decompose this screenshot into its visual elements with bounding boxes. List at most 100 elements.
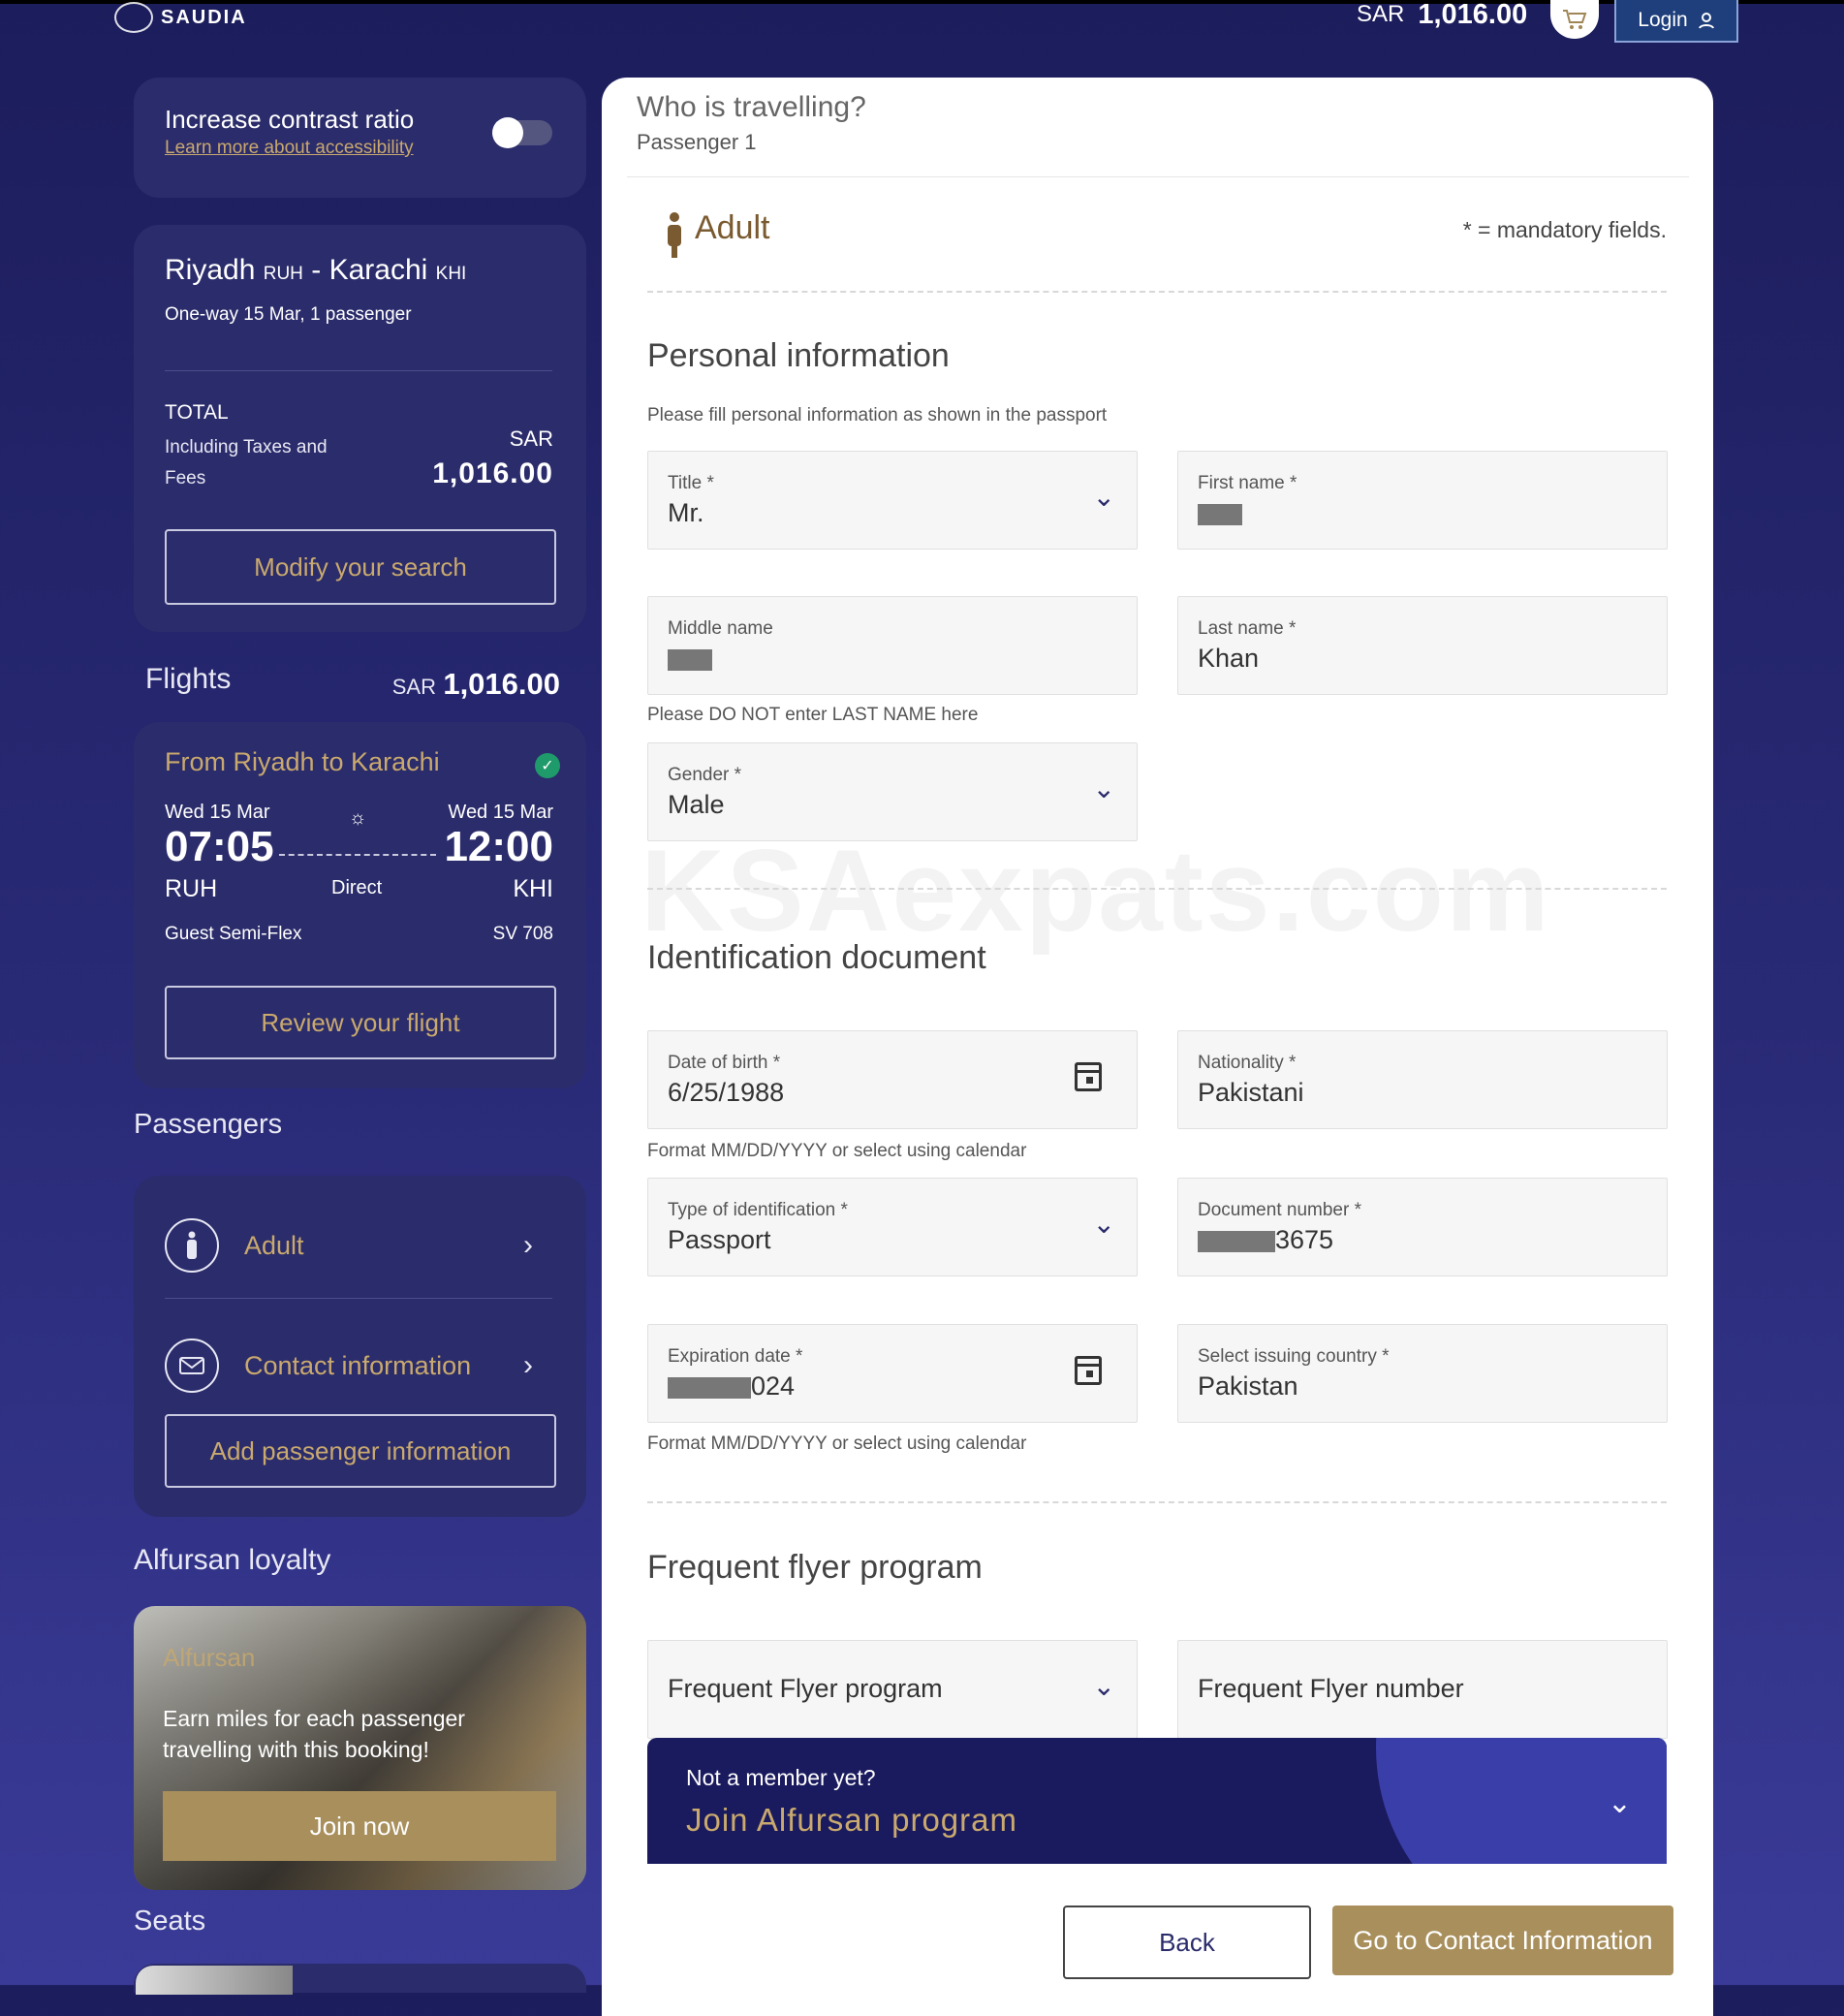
watermark: KSAexpats.com: [641, 824, 1551, 958]
ffp-heading: Frequent flyer program: [647, 1549, 983, 1586]
route-separator: -: [311, 254, 322, 286]
last-name-label: Last name *: [1198, 618, 1297, 639]
issuing-country-label: Select issuing country *: [1198, 1346, 1390, 1367]
id-type-value: Passport: [668, 1225, 771, 1254]
ffp-number-placeholder: Frequent Flyer number: [1198, 1674, 1464, 1703]
date-of-birth-field[interactable]: Date of birth * 6/25/1988: [647, 1030, 1138, 1129]
origin-code: RUH: [263, 264, 303, 284]
calendar-icon[interactable]: [1075, 1062, 1102, 1091]
loyalty-promo: Alfursan Earn miles for each passenger t…: [134, 1606, 586, 1890]
identification-heading: Identification document: [647, 939, 986, 976]
chevron-right-icon: ›: [523, 1229, 533, 1261]
departure-code: RUH: [165, 875, 218, 902]
document-number-suffix: 3675: [1275, 1225, 1334, 1254]
arrival-code: KHI: [513, 875, 553, 902]
first-name-field[interactable]: First name *: [1177, 451, 1668, 550]
brand-name: SAUDIA: [161, 6, 247, 28]
add-passenger-info-button[interactable]: Add passenger information: [165, 1414, 556, 1488]
modify-search-button[interactable]: Modify your search: [165, 529, 556, 605]
accessibility-link[interactable]: Learn more about accessibility: [165, 138, 414, 159]
accessibility-card: Increase contrast ratio Learn more about…: [134, 78, 586, 198]
redaction: [668, 1376, 751, 1399]
nationality-label: Nationality *: [1198, 1053, 1297, 1073]
header-amount: 1,016.00: [1418, 0, 1528, 30]
arrival-date: Wed 15 Mar: [448, 802, 553, 823]
departure-time: 07:05: [165, 823, 274, 870]
form-title: Who is travelling?: [637, 91, 866, 123]
login-button[interactable]: Login: [1614, 0, 1738, 43]
saudia-logo[interactable]: SAUDIA: [114, 0, 289, 35]
check-icon: ✓: [535, 753, 560, 778]
divider: [627, 176, 1689, 177]
last-name-value: Khan: [1198, 644, 1260, 673]
cart-icon: [1563, 10, 1587, 29]
last-name-field[interactable]: Last name * Khan: [1177, 596, 1668, 695]
total-currency: SAR: [509, 426, 553, 451]
divider: [165, 1298, 552, 1299]
back-button[interactable]: Back: [1063, 1906, 1311, 1979]
dob-value: 6/25/1988: [668, 1078, 785, 1107]
passengers-heading: Passengers: [134, 1109, 283, 1140]
dashed-divider: [647, 1501, 1667, 1503]
first-name-label: First name *: [1198, 473, 1297, 493]
divider: [165, 370, 552, 371]
ffp-program-select[interactable]: Frequent Flyer program ⌄: [647, 1640, 1138, 1739]
join-now-button[interactable]: Join now: [163, 1791, 556, 1861]
ffp-number-field[interactable]: Frequent Flyer number: [1177, 1640, 1668, 1739]
loyalty-heading: Alfursan loyalty: [134, 1544, 331, 1576]
chevron-down-icon: ⌄: [1092, 1209, 1115, 1239]
nationality-field[interactable]: Nationality * Pakistani: [1177, 1030, 1668, 1129]
title-select[interactable]: Title * Mr. ⌄: [647, 451, 1138, 550]
arrival-time: 12:00: [444, 823, 553, 870]
fare-family: Guest Semi-Flex: [165, 924, 302, 944]
flights-label: Flights: [145, 663, 232, 695]
envelope-icon: [165, 1339, 219, 1393]
chevron-right-icon: ›: [523, 1349, 533, 1381]
toggle-knob: [492, 117, 523, 148]
stops-label: Direct: [331, 877, 383, 898]
expiration-value: 024: [668, 1371, 795, 1402]
id-type-select[interactable]: Type of identification * Passport ⌄: [647, 1178, 1138, 1276]
go-to-contact-button[interactable]: Go to Contact Information: [1332, 1906, 1673, 1975]
flights-header: Flights SAR 1,016.00: [145, 659, 572, 702]
promo-message: Earn miles for each passenger travelling…: [163, 1706, 465, 1762]
chevron-down-icon: ⌄: [1092, 773, 1115, 803]
review-flight-button[interactable]: Review your flight: [165, 986, 556, 1059]
join-alfursan-banner[interactable]: Not a member yet? Join Alfursan program …: [647, 1738, 1667, 1864]
passenger-item-label: Adult: [244, 1230, 304, 1260]
login-label: Login: [1638, 9, 1688, 31]
document-number-field[interactable]: Document number * 3675: [1177, 1178, 1668, 1276]
cart-button[interactable]: [1550, 0, 1599, 39]
dob-label: Date of birth *: [668, 1053, 781, 1073]
personal-info-heading: Personal information: [647, 337, 950, 374]
origin-city: Riyadh: [165, 254, 256, 286]
passenger-number: Passenger 1: [637, 130, 757, 154]
issuing-country-field[interactable]: Select issuing country * Pakistan: [1177, 1324, 1668, 1423]
contrast-toggle[interactable]: [492, 117, 552, 148]
passenger-item-contact[interactable]: Contact information ›: [165, 1317, 552, 1414]
expiration-date-field[interactable]: Expiration date * 024: [647, 1324, 1138, 1423]
personal-info-hint: Please fill personal information as show…: [647, 405, 1108, 425]
segment-title: From Riyadh to Karachi: [165, 747, 440, 776]
middle-name-label: Middle name: [668, 618, 773, 639]
passenger-item-adult[interactable]: Adult ›: [165, 1197, 552, 1294]
route-title: Riyadh RUH - Karachi KHI: [165, 254, 466, 287]
total-label: TOTAL: [165, 401, 229, 424]
passenger-type: Adult: [695, 209, 770, 246]
route-line: [279, 854, 436, 856]
middle-name-value-redacted: [668, 644, 712, 674]
departure-date: Wed 15 Mar: [165, 802, 270, 823]
passengers-card: Adult › Contact information › Add passen…: [134, 1176, 586, 1517]
trip-details: One-way 15 Mar, 1 passenger: [165, 304, 412, 325]
calendar-icon[interactable]: [1075, 1356, 1102, 1385]
gender-value: Male: [668, 790, 725, 819]
passenger-form-panel: Who is travelling? Passenger 1 Adult * =…: [602, 78, 1713, 2016]
trip-summary-card: Riyadh RUH - Karachi KHI One-way 15 Mar,…: [134, 225, 586, 632]
member-question: Not a member yet?: [686, 1765, 876, 1790]
palm-emblem-icon: [114, 2, 153, 33]
chevron-down-icon: ⌄: [1607, 1787, 1632, 1819]
id-type-label: Type of identification *: [668, 1200, 848, 1220]
document-number-label: Document number *: [1198, 1200, 1361, 1220]
seats-image: [136, 1966, 293, 1995]
middle-name-field[interactable]: Middle name: [647, 596, 1138, 695]
